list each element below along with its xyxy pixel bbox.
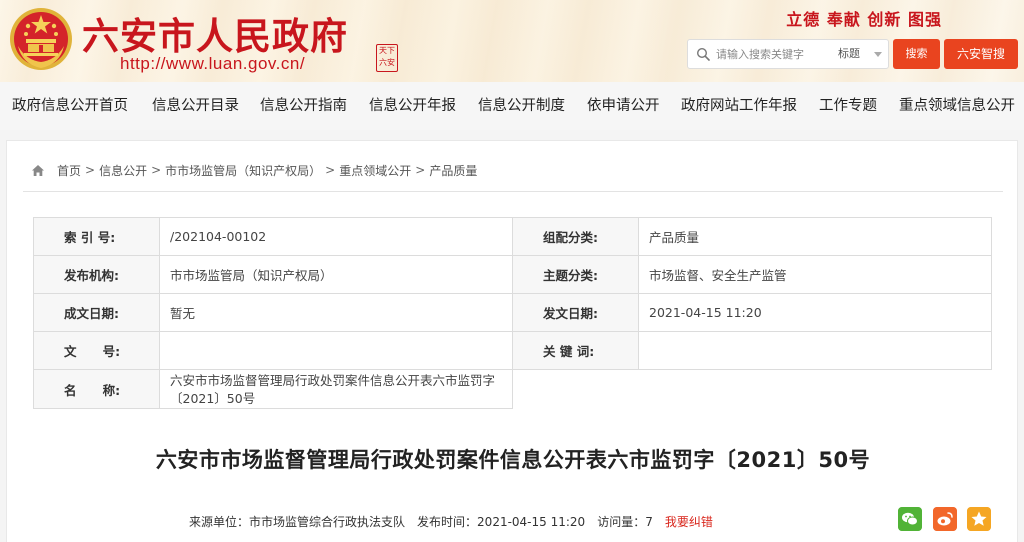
breadcrumb-home[interactable]: 首页 bbox=[57, 162, 81, 179]
breadcrumb-product-quality[interactable]: 产品质量 bbox=[429, 162, 477, 179]
table-row: 成文日期: 暂无 发文日期: 2021-04-15 11:20 bbox=[33, 293, 992, 332]
table-row: 发布机构: 市市场监管局（知识产权局） 主题分类: 市场监督、安全生产监管 bbox=[33, 255, 992, 294]
site-title[interactable]: 六安市人民政府 bbox=[82, 6, 348, 60]
table-row: 文 号: 关 键 词: bbox=[33, 331, 992, 370]
publisher-value: 市市场监管局（知识产权局） bbox=[159, 255, 513, 294]
breadcrumb-separator: > bbox=[325, 163, 336, 177]
source-label: 来源单位： bbox=[189, 515, 250, 529]
views-value: 7 bbox=[645, 515, 653, 529]
published-date-value: 2021-04-15 11:20 bbox=[638, 293, 992, 332]
publisher-label: 发布机构: bbox=[33, 255, 160, 294]
main-nav: 政府信息公开首页 信息公开目录 信息公开指南 信息公开年报 信息公开制度 依申请… bbox=[0, 82, 1024, 130]
home-icon[interactable] bbox=[31, 164, 45, 177]
created-date-value: 暂无 bbox=[159, 293, 513, 332]
document-meta-table: 索 引 号: /202104-00102 组配分类: 产品质量 发布机构: 市市… bbox=[33, 217, 992, 409]
chevron-down-icon bbox=[874, 52, 882, 57]
document-number-label: 文 号: bbox=[33, 331, 160, 370]
search-button[interactable]: 搜索 bbox=[893, 39, 940, 69]
views-label: 访问量： bbox=[597, 515, 646, 529]
site-header: 六安市人民政府 http://www.luan.gov.cn/ 天下 六安 立德… bbox=[0, 0, 1024, 82]
category-label: 组配分类: bbox=[512, 217, 639, 256]
keywords-value bbox=[638, 331, 992, 370]
name-value: 六安市市场监督管理局行政处罚案件信息公开表六市监罚字〔2021〕50号 bbox=[159, 369, 513, 409]
category-value: 产品质量 bbox=[638, 217, 992, 256]
nav-item-key-areas[interactable]: 重点领域信息公开 bbox=[899, 82, 1015, 130]
index-number-label: 索 引 号: bbox=[33, 217, 160, 256]
search-input[interactable] bbox=[716, 44, 820, 64]
document-number-value bbox=[159, 331, 513, 370]
breadcrumb-divider bbox=[23, 191, 1003, 192]
created-date-label: 成文日期: bbox=[33, 293, 160, 332]
index-number-value: /202104-00102 bbox=[159, 217, 513, 256]
search-scope-select[interactable]: 标题 bbox=[828, 40, 888, 68]
publish-time-label: 发布时间： bbox=[417, 515, 478, 529]
breadcrumb-separator: > bbox=[415, 163, 426, 177]
source-value: 市市场监管综合行政执法支队 bbox=[249, 515, 406, 529]
topic-value: 市场监督、安全生产监管 bbox=[638, 255, 992, 294]
published-date-label: 发文日期: bbox=[512, 293, 639, 332]
nav-item-catalog[interactable]: 信息公开目录 bbox=[152, 82, 239, 130]
weibo-icon[interactable] bbox=[933, 507, 957, 531]
search-scope-label: 标题 bbox=[838, 47, 860, 60]
nav-item-annual-report[interactable]: 信息公开年报 bbox=[369, 82, 456, 130]
document-title: 六安市市场监督管理局行政处罚案件信息公开表六市监罚字〔2021〕50号 bbox=[155, 448, 871, 472]
city-seal-stamp: 天下 六安 bbox=[376, 44, 398, 72]
empty-cell bbox=[513, 370, 992, 409]
city-slogan: 立德 奉献 创新 图强 bbox=[786, 10, 942, 29]
nav-item-guide[interactable]: 信息公开指南 bbox=[260, 82, 347, 130]
breadcrumb-separator: > bbox=[85, 163, 96, 177]
content-panel: 首页 > 信息公开 > 市市场监管局（知识产权局） > 重点领域公开 > 产品质… bbox=[6, 140, 1018, 542]
breadcrumb: 首页 > 信息公开 > 市市场监管局（知识产权局） > 重点领域公开 > 产品质… bbox=[31, 161, 477, 179]
breadcrumb-separator: > bbox=[151, 163, 162, 177]
document-info-line: 来源单位：市市场监管综合行政执法支队 发布时间：2021-04-15 11:20 访… bbox=[189, 513, 713, 530]
table-row: 索 引 号: /202104-00102 组配分类: 产品质量 bbox=[33, 217, 992, 256]
topic-label: 主题分类: bbox=[512, 255, 639, 294]
wechat-icon[interactable] bbox=[898, 507, 922, 531]
site-url[interactable]: http://www.luan.gov.cn/ bbox=[120, 54, 305, 74]
breadcrumb-bureau[interactable]: 市市场监管局（知识产权局） bbox=[165, 162, 321, 179]
national-emblem-icon[interactable] bbox=[8, 6, 74, 72]
report-error-link[interactable]: 我要纠错 bbox=[665, 515, 713, 529]
nav-item-info-home[interactable]: 政府信息公开首页 bbox=[12, 82, 128, 130]
breadcrumb-key-areas[interactable]: 重点领域公开 bbox=[339, 162, 411, 179]
publish-time-value: 2021-04-15 11:20 bbox=[477, 515, 586, 529]
nav-item-website-report[interactable]: 政府网站工作年报 bbox=[681, 82, 797, 130]
table-row: 名 称: 六安市市场监督管理局行政处罚案件信息公开表六市监罚字〔2021〕50号 bbox=[33, 369, 992, 409]
nav-item-topics[interactable]: 工作专题 bbox=[819, 82, 877, 130]
nav-item-on-request[interactable]: 依申请公开 bbox=[587, 82, 660, 130]
smart-search-button[interactable]: 六安智搜 bbox=[944, 39, 1018, 69]
search-box: 标题 bbox=[687, 39, 889, 69]
breadcrumb-info-open[interactable]: 信息公开 bbox=[99, 162, 147, 179]
keywords-label: 关 键 词: bbox=[512, 331, 639, 370]
name-label: 名 称: bbox=[33, 369, 160, 409]
nav-item-system[interactable]: 信息公开制度 bbox=[478, 82, 565, 130]
search-icon bbox=[696, 47, 710, 61]
favorite-star-icon[interactable] bbox=[967, 507, 991, 531]
